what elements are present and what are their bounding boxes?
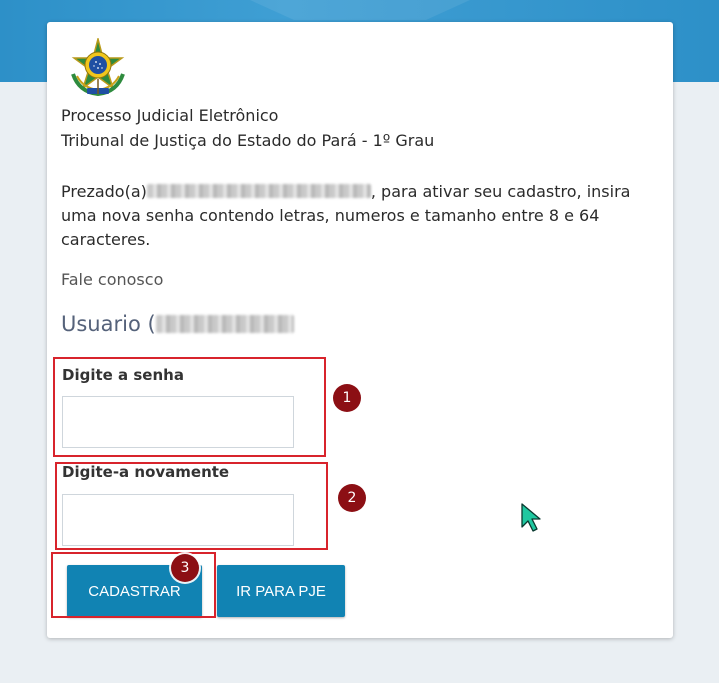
- system-name: Processo Judicial Eletrônico: [61, 106, 279, 125]
- redacted-user-name: [146, 184, 371, 198]
- mouse-cursor-icon: [521, 503, 541, 532]
- contact-link[interactable]: Fale conosco: [61, 270, 163, 289]
- court-name: Tribunal de Justiça do Estado do Pará - …: [61, 131, 435, 150]
- step-badge-3: 3: [171, 554, 199, 582]
- password-label: Digite a senha: [62, 366, 184, 384]
- brazil-coat-of-arms-icon: [71, 38, 125, 97]
- user-label: Usuario (: [61, 312, 156, 336]
- activation-message: Prezado(a), para ativar seu cadastro, in…: [61, 180, 661, 252]
- password-input[interactable]: [62, 396, 294, 448]
- step-badge-1: 1: [333, 384, 361, 412]
- go-to-pje-button[interactable]: IR PARA PJE: [217, 565, 345, 617]
- greeting-text: Prezado(a): [61, 182, 147, 201]
- user-identifier: Usuario (: [61, 312, 294, 336]
- activation-card: Processo Judicial Eletrônico Tribunal de…: [47, 22, 673, 638]
- confirm-password-label: Digite-a novamente: [62, 463, 230, 481]
- page: Processo Judicial Eletrônico Tribunal de…: [0, 0, 719, 683]
- confirm-password-input[interactable]: [62, 494, 294, 546]
- redacted-user-id: [155, 315, 294, 333]
- step-badge-2: 2: [338, 484, 366, 512]
